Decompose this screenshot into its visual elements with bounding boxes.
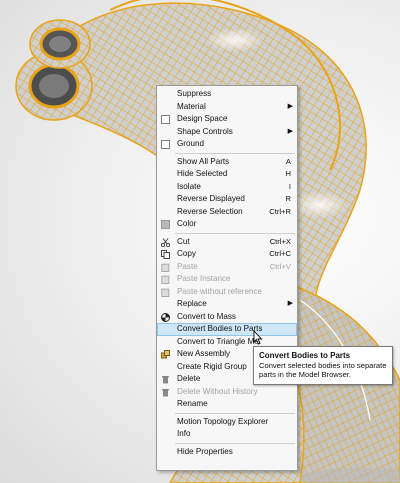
submenu-arrow-icon: ▶ [287, 102, 293, 110]
menu-item-label: Convert to Mass [177, 311, 236, 321]
submenu-arrow-icon: ▶ [287, 127, 293, 135]
menu-item-shape-controls[interactable]: Shape Controls ▶ [157, 126, 297, 139]
paste-icon [161, 275, 170, 285]
menu-item-convert-to-mass[interactable]: Convert to Mass [157, 311, 297, 324]
menu-item-label: Rename [177, 399, 208, 408]
menu-item-paste-instance[interactable]: Paste Instance [157, 273, 297, 286]
menu-item-label: Replace [177, 299, 207, 308]
menu-item-label: Create Rigid Group [177, 361, 247, 371]
tooltip-title: Convert Bodies to Parts [259, 351, 351, 360]
menu-item-reverse-displayed[interactable]: Reverse Displayed R [157, 193, 297, 206]
menu-item-copy[interactable]: Copy Ctrl+C [157, 248, 297, 261]
menu-item-show-all-parts[interactable]: Show All Parts A [157, 156, 297, 169]
menu-separator [175, 232, 295, 234]
menu-item-label: Shape Controls [177, 126, 233, 136]
menu-item-label: Reverse Selection [177, 206, 243, 216]
menu-separator [175, 152, 295, 154]
menu-item-label: Reverse Displayed [177, 194, 245, 203]
menu-item-suppress[interactable]: Suppress [157, 88, 297, 101]
menu-item-info[interactable]: Info [157, 428, 297, 441]
menu-item-label: Delete [177, 374, 201, 383]
menu-item-label: Copy [177, 249, 196, 258]
menu-item-convert-bodies-to-parts[interactable]: Convert Bodies to Parts [157, 323, 297, 336]
menu-item-label: Show All Parts [177, 156, 230, 166]
menu-item-motion-topology-explorer[interactable]: Motion Topology Explorer [157, 416, 297, 429]
paste-icon [161, 288, 170, 297]
menu-item-label: Paste [177, 261, 198, 271]
mass-icon [161, 312, 170, 322]
menu-item-label: Material [177, 101, 206, 111]
menu-item-delete-without-history[interactable]: Delete Without History [157, 386, 297, 399]
menu-item-rename[interactable]: Rename [157, 398, 297, 411]
shortcut-label: I [288, 181, 291, 191]
menu-item-label: Convert Bodies to Parts [177, 324, 263, 333]
menu-item-label: Design Space [177, 114, 228, 123]
menu-item-design-space[interactable]: Design Space [157, 113, 297, 126]
menu-item-color[interactable]: Color [157, 218, 297, 231]
context-menu: Suppress Material ▶ Design Space Shape Contr… [156, 85, 298, 471]
checkbox-icon [161, 140, 170, 149]
menu-item-label: Cut [177, 236, 190, 246]
menu-separator [175, 412, 295, 414]
menu-item-label: Info [177, 429, 191, 438]
color-swatch-icon [161, 220, 170, 229]
menu-separator [175, 442, 295, 444]
menu-item-isolate[interactable]: Isolate I [157, 181, 297, 194]
menu-item-label: Paste without reference [177, 286, 263, 296]
menu-item-paste-without-reference[interactable]: Paste without reference [157, 286, 297, 299]
shortcut-label: H [285, 169, 291, 178]
menu-item-label: Hide Selected [177, 169, 228, 178]
scissors-icon [160, 237, 171, 247]
menu-item-label: Ground [177, 139, 204, 148]
checkbox-icon [161, 115, 170, 124]
tooltip: Convert Bodies to Parts Convert selected… [253, 346, 393, 385]
menu-item-label: Color [177, 219, 197, 228]
menu-item-material[interactable]: Material ▶ [157, 101, 297, 114]
tooltip-body: Convert selected bodies into separate pa… [259, 361, 387, 380]
shortcut-label: Ctrl+X [269, 236, 291, 246]
menu-item-label: Hide Properties [177, 446, 233, 456]
menu-item-label: Suppress [177, 89, 212, 98]
menu-item-label: Isolate [177, 181, 201, 191]
assembly-icon [161, 350, 170, 359]
shortcut-label: A [285, 156, 291, 166]
menu-item-ground[interactable]: Ground [157, 138, 297, 151]
menu-item-reverse-selection[interactable]: Reverse Selection Ctrl+R [157, 206, 297, 219]
shortcut-label: Ctrl+C [269, 249, 291, 258]
menu-item-label: Convert to Triangle Me [177, 336, 259, 346]
mouse-cursor-icon [253, 330, 263, 345]
copy-icon [161, 250, 170, 259]
shortcut-label: Ctrl+V [269, 261, 291, 271]
menu-item-label: Motion Topology Explorer [177, 416, 269, 426]
menu-item-label: New Assembly [177, 349, 231, 358]
shortcut-label: R [285, 194, 291, 203]
menu-item-cut[interactable]: Cut Ctrl+X [157, 236, 297, 249]
menu-item-label: Paste Instance [177, 274, 231, 283]
menu-item-paste[interactable]: Paste Ctrl+V [157, 261, 297, 274]
trash-icon [161, 375, 170, 384]
menu-item-replace[interactable]: Replace ▶ [157, 298, 297, 311]
paste-icon [161, 263, 170, 272]
menu-item-hide-properties[interactable]: Hide Properties [157, 446, 297, 459]
trash-icon [161, 388, 170, 397]
submenu-arrow-icon: ▶ [287, 300, 293, 307]
menu-item-hide-selected[interactable]: Hide Selected H [157, 168, 297, 181]
shortcut-label: Ctrl+R [269, 206, 291, 216]
menu-item-label: Delete Without History [177, 386, 258, 396]
